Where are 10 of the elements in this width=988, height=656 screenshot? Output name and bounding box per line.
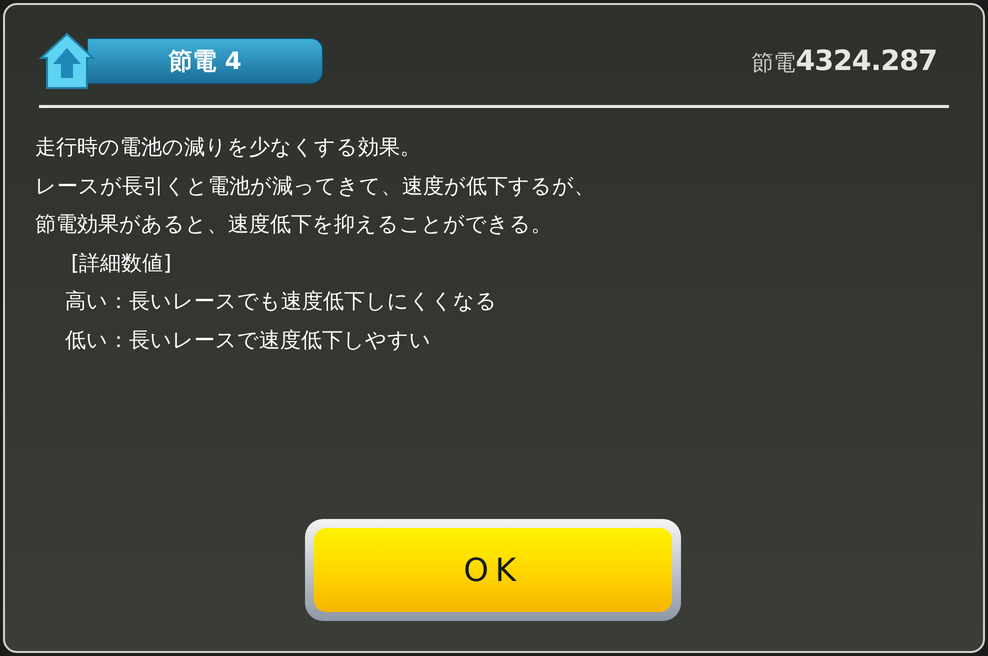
ok-button[interactable]: OK [305,519,681,621]
stat-label: 節電 [752,50,796,78]
detail-line: 高い：長いレースでも速度低下しにくくなる [64,288,498,315]
description-line: 走行時の電池の減りを少なくする効果。 [35,134,422,161]
detail-line: 低い：長いレースで速度低下しやすい [64,326,432,354]
description-line: 節電効果があると、速度低下を抑えることができる。 [35,211,553,238]
description-line: レースが長引くと電池が減ってきて、速度が低下するが、 [35,172,596,200]
title-banner: 節電 4 [87,38,323,84]
details-heading: [詳細数値] [70,250,172,276]
stat-value: 4324.287 [796,43,937,79]
